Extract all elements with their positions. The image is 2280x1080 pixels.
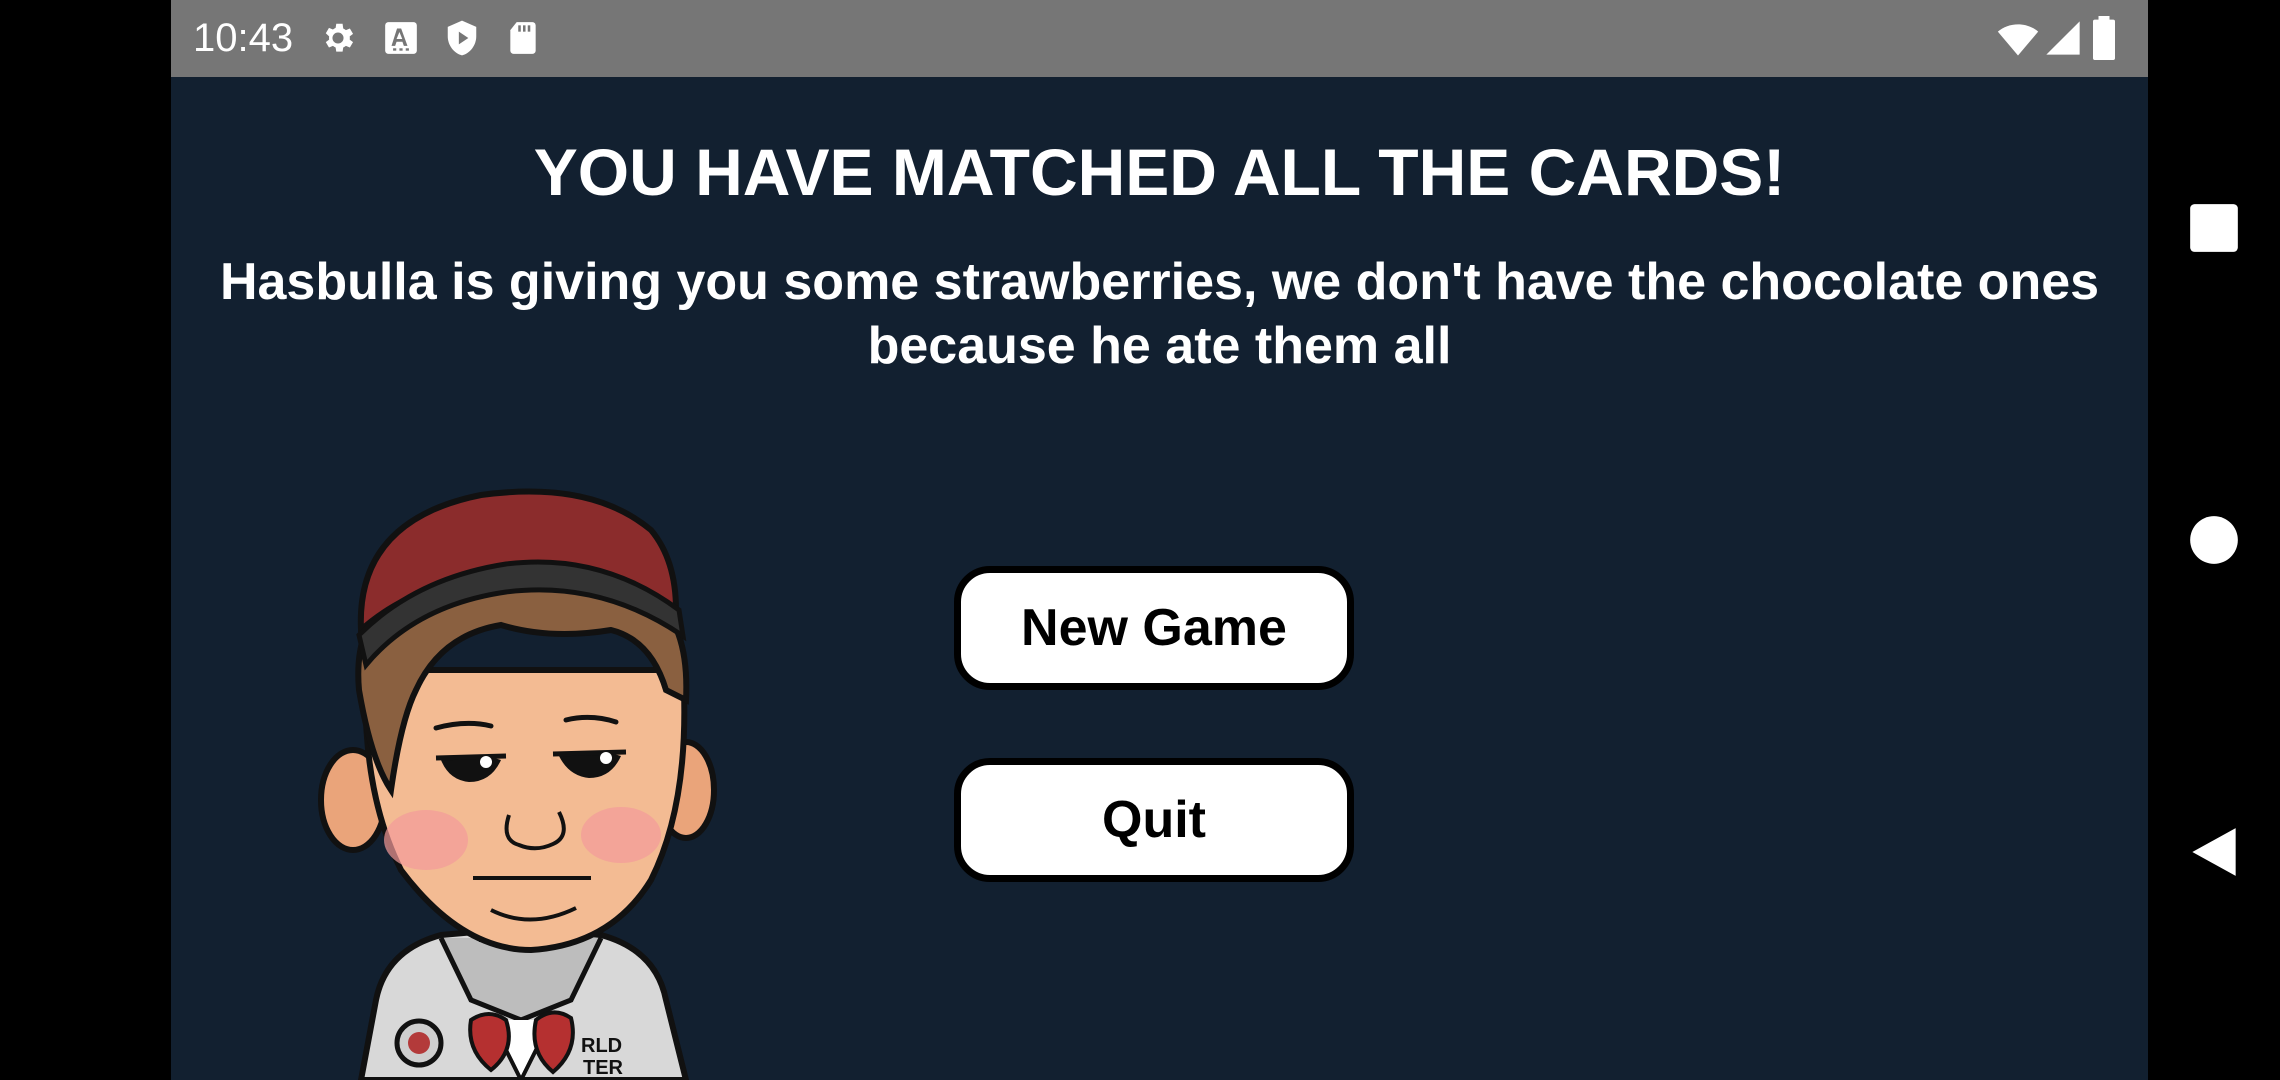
play-protect-icon	[447, 20, 477, 56]
font-a-icon	[385, 22, 417, 54]
home-circle-icon[interactable]	[2188, 514, 2240, 566]
wifi-icon	[1997, 24, 2039, 56]
system-navigation-bar	[2148, 0, 2280, 1080]
hasbulla-character-illustration: RLD TER	[318, 488, 717, 1080]
reward-message: Hasbulla is giving you some strawberries…	[219, 253, 2100, 375]
shirt-text-top: RLD	[581, 1035, 622, 1057]
shirt-text-bottom: TER	[583, 1057, 624, 1079]
sd-card-icon	[510, 22, 536, 54]
recents-square-icon[interactable]	[2188, 202, 2240, 254]
back-triangle-icon[interactable]	[2188, 826, 2240, 878]
battery-icon	[2093, 16, 2115, 60]
status-time: 10:43	[193, 16, 294, 60]
status-bar: 10:43	[171, 0, 2148, 77]
cell-signal-icon	[2046, 21, 2080, 55]
app-screen: 10:43 YOU HAVE MATCHED ALL THE CARDS! Ha…	[171, 0, 2148, 1080]
settings-icon	[325, 23, 354, 52]
new-game-button[interactable]: New Game	[954, 566, 1354, 690]
quit-button[interactable]: Quit	[954, 758, 1354, 882]
page-title: YOU HAVE MATCHED ALL THE CARDS!	[533, 135, 1786, 209]
